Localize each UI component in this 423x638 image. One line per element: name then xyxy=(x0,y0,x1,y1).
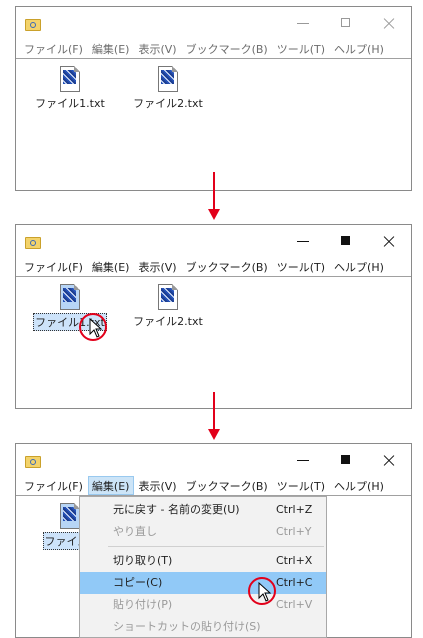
title-bar xyxy=(16,7,411,39)
file-name: ファイル2.txt xyxy=(133,315,203,328)
menu-item-label: コピー(C) xyxy=(113,576,163,589)
menu-view[interactable]: 表示(V) xyxy=(134,476,181,495)
folder-search-icon xyxy=(25,456,41,468)
menu-tools[interactable]: ツール(T) xyxy=(273,39,330,58)
maximize-button[interactable] xyxy=(338,233,354,249)
menu-separator xyxy=(108,546,324,547)
file-item-1[interactable]: ファイル1.txt xyxy=(30,66,110,111)
menu-bar: ファイル(F) 編集(E) 表示(V) ブックマーク(B) ツール(T) ヘルプ… xyxy=(16,476,411,496)
menu-bar: ファイル(F) 編集(E) 表示(V) ブックマーク(B) ツール(T) ヘルプ… xyxy=(16,39,411,59)
minimize-button[interactable] xyxy=(295,233,311,249)
minimize-button[interactable] xyxy=(295,15,311,31)
menu-bar: ファイル(F) 編集(E) 表示(V) ブックマーク(B) ツール(T) ヘルプ… xyxy=(16,257,411,277)
close-button[interactable] xyxy=(381,452,397,468)
menu-bookmark[interactable]: ブックマーク(B) xyxy=(182,257,273,276)
menu-item-shortcut: Ctrl+C xyxy=(276,576,313,589)
menu-item-shortcut: Ctrl+Y xyxy=(276,525,312,538)
menu-help[interactable]: ヘルプ(H) xyxy=(330,257,389,276)
menu-edit-open[interactable]: 編集(E) xyxy=(87,476,135,495)
menu-item-paste[interactable]: 貼り付け(P) Ctrl+V xyxy=(80,594,326,616)
close-button[interactable] xyxy=(381,15,397,31)
text-file-icon xyxy=(60,66,80,92)
menu-help[interactable]: ヘルプ(H) xyxy=(330,39,389,58)
menu-item-label: やり直し xyxy=(113,525,157,538)
menu-item-shortcut: Ctrl+X xyxy=(276,554,313,567)
window-step-1: ファイル(F) 編集(E) 表示(V) ブックマーク(B) ツール(T) ヘルプ… xyxy=(15,6,412,191)
maximize-button[interactable] xyxy=(338,452,354,468)
down-arrow-icon xyxy=(208,172,220,220)
file-item-2[interactable]: ファイル2.txt xyxy=(128,66,208,111)
title-bar xyxy=(16,444,411,476)
menu-tools[interactable]: ツール(T) xyxy=(273,476,330,495)
close-button[interactable] xyxy=(381,233,397,249)
menu-item-label: ショートカットの貼り付け(S) xyxy=(113,620,261,633)
menu-edit[interactable]: 編集(E) xyxy=(88,39,135,58)
menu-item-paste-shortcut[interactable]: ショートカットの貼り付け(S) xyxy=(80,616,326,637)
menu-item-cut[interactable]: 切り取り(T) Ctrl+X xyxy=(80,550,326,572)
menu-file[interactable]: ファイル(F) xyxy=(20,257,88,276)
menu-item-label: 切り取り(T) xyxy=(113,554,173,567)
menu-file[interactable]: ファイル(F) xyxy=(20,476,88,495)
menu-bookmark[interactable]: ブックマーク(B) xyxy=(182,476,273,495)
window-step-2: ファイル(F) 編集(E) 表示(V) ブックマーク(B) ツール(T) ヘルプ… xyxy=(15,224,412,409)
folder-search-icon xyxy=(25,237,41,249)
menu-view[interactable]: 表示(V) xyxy=(134,257,181,276)
text-file-icon xyxy=(60,284,80,310)
folder-search-icon xyxy=(25,19,41,31)
edit-menu-dropdown: 元に戻す - 名前の変更(U) Ctrl+Z やり直し Ctrl+Y 切り取り(… xyxy=(79,496,327,638)
menu-item-shortcut: Ctrl+V xyxy=(276,598,313,611)
menu-view[interactable]: 表示(V) xyxy=(134,39,181,58)
menu-file[interactable]: ファイル(F) xyxy=(20,39,88,58)
maximize-button[interactable] xyxy=(338,15,354,31)
text-file-icon xyxy=(158,66,178,92)
text-file-icon xyxy=(60,503,80,529)
minimize-button[interactable] xyxy=(295,452,311,468)
file-item-2[interactable]: ファイル2.txt xyxy=(128,284,208,329)
menu-bookmark[interactable]: ブックマーク(B) xyxy=(182,39,273,58)
menu-item-copy[interactable]: コピー(C) Ctrl+C xyxy=(80,572,326,594)
menu-item-undo[interactable]: 元に戻す - 名前の変更(U) Ctrl+Z xyxy=(80,499,326,521)
text-file-icon xyxy=(158,284,178,310)
title-bar xyxy=(16,225,411,257)
file-name: ファイル2.txt xyxy=(133,97,203,110)
menu-help[interactable]: ヘルプ(H) xyxy=(330,476,389,495)
menu-item-redo[interactable]: やり直し Ctrl+Y xyxy=(80,521,326,543)
file-name: ファイル1.txt xyxy=(35,97,105,110)
down-arrow-icon xyxy=(208,392,220,440)
menu-edit[interactable]: 編集(E) xyxy=(88,257,135,276)
menu-item-label: 元に戻す - 名前の変更(U) xyxy=(113,503,240,516)
menu-item-label: 貼り付け(P) xyxy=(113,598,173,611)
menu-item-shortcut: Ctrl+Z xyxy=(276,503,313,516)
menu-tools[interactable]: ツール(T) xyxy=(273,257,330,276)
